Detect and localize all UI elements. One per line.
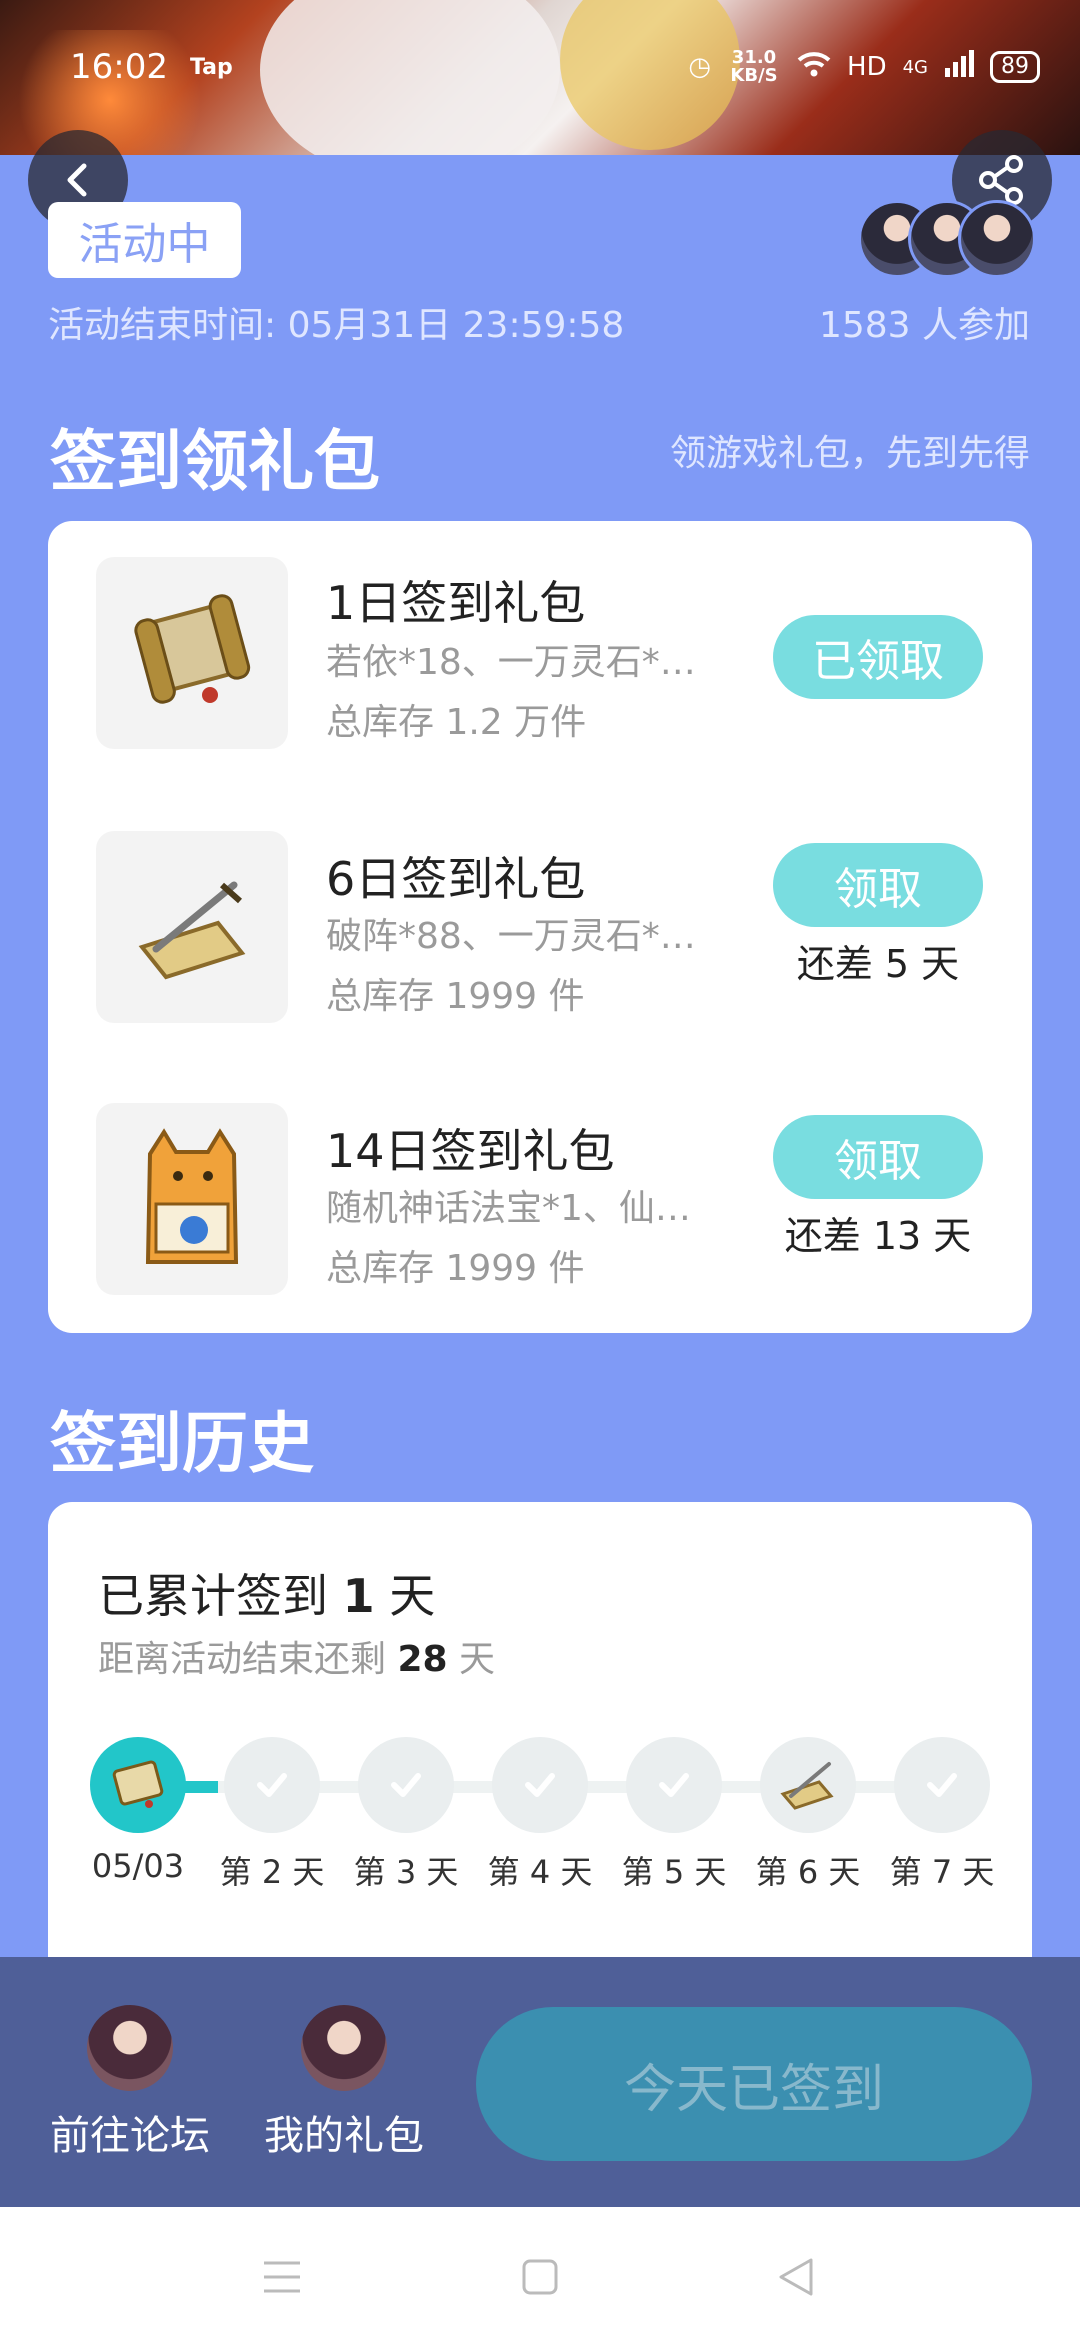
signin-section-title: 签到领礼包 [50,423,380,500]
gift-name: 14日签到礼包 [326,1124,615,1178]
cat-bag-icon [96,1103,288,1295]
check-icon [927,1773,957,1797]
history-section-title: 签到历史 [50,1405,314,1482]
history-card: 已累计签到 1 天 距离活动结束还剩 28 天 05/03 第 2 天 第 3 … [48,1502,1032,2022]
gift-avatar-icon [301,2005,387,2091]
claim-button[interactable]: 领取 [773,1115,983,1199]
day-4-marker [492,1737,588,1833]
gift-row: 14日签到礼包 随机神话法宝*1、仙… 总库存 1999 件 领取 还差 13 … [48,1065,1032,1295]
claimed-button[interactable]: 已领取 [773,615,983,699]
signed-today-button[interactable]: 今天已签到 [476,2007,1032,2161]
bottom-action-bar: 前往论坛 我的礼包 今天已签到 [0,1957,1080,2207]
day-label: 第 3 天 [353,1853,459,1891]
gift-row: 1日签到礼包 若依*18、一万灵石*… 总库存 1.2 万件 已领取 [48,521,1032,749]
gift-stock: 总库存 1999 件 [326,976,585,1017]
gift-name: 6日签到礼包 [326,852,586,906]
days-remaining: 还差 13 天 [784,1214,972,1258]
check-icon [391,1773,421,1797]
scroll-icon [112,1760,164,1808]
day-5-marker [626,1737,722,1833]
day-label: 第 5 天 [621,1853,727,1891]
participant-count: 1583 人参加 [818,305,1030,346]
avatar [958,200,1036,278]
day-6-marker [760,1737,856,1833]
participant-avatars[interactable] [858,200,1038,280]
gift-name: 1日签到礼包 [326,576,586,630]
gift-row: 6日签到礼包 破阵*88、一万灵石*… 总库存 1999 件 领取 还差 5 天 [48,793,1032,1023]
gift-description: 若依*18、一万灵石*… [326,642,696,683]
home-icon[interactable] [510,2247,570,2307]
activity-end-time: 活动结束时间: 05月31日 23:59:58 [48,305,625,346]
status-time: 16:02 [70,47,168,87]
menu-icon[interactable] [252,2247,312,2307]
wifi-icon [797,50,831,85]
day-7-marker [894,1737,990,1833]
gift-description: 随机神话法宝*1、仙… [326,1188,691,1229]
gift-stock: 总库存 1999 件 [326,1248,585,1289]
check-icon [659,1773,689,1797]
my-gifts-button[interactable]: 我的礼包 [254,2005,434,2161]
tap-badge: Tap [190,54,233,80]
forum-avatar-icon [87,2005,173,2091]
battery-indicator: 89 [990,51,1040,83]
day-label: 05/03 [91,1847,185,1885]
alarm-icon: ◷ [688,52,712,82]
day-2-marker [224,1737,320,1833]
day-label: 第 7 天 [889,1853,995,1891]
sword-scroll-icon [96,831,288,1023]
gift-list-card: 1日签到礼包 若依*18、一万灵石*… 总库存 1.2 万件 已领取 6日签到礼… [48,521,1032,1333]
status-bar: 16:02 Tap ◷ 31.0 KB/S HD 4G 89 [0,42,1080,92]
scroll-icon [96,557,288,749]
activity-status-badge: 活动中 [48,202,241,278]
claim-button[interactable]: 领取 [773,843,983,927]
my-gifts-label: 我的礼包 [264,2113,424,2159]
signal-icon [944,49,974,85]
back-triangle-icon[interactable] [766,2247,826,2307]
day-label: 第 4 天 [487,1853,593,1891]
day-label: 第 6 天 [755,1853,861,1891]
sword-scroll-icon [780,1762,834,1810]
forum-label: 前往论坛 [50,2113,210,2159]
chevron-left-icon [67,163,87,197]
system-nav-bar [0,2207,1080,2340]
forum-button[interactable]: 前往论坛 [40,2005,220,2161]
check-icon [525,1773,555,1797]
day-3-marker [358,1737,454,1833]
accumulated-signin: 已累计签到 1 天 [98,1569,436,1623]
day-1-marker [90,1737,186,1833]
gift-stock: 总库存 1.2 万件 [326,702,587,743]
signin-section-subtitle: 领游戏礼包，先到先得 [669,433,1030,474]
gift-description: 破阵*88、一万灵石*… [326,916,696,957]
check-icon [257,1773,287,1797]
days-until-end: 距离活动结束还剩 28 天 [98,1639,496,1680]
hd-label: HD [847,52,887,82]
days-remaining: 还差 5 天 [796,942,960,986]
day-label: 第 2 天 [219,1853,325,1891]
network-label: 4G [902,56,928,78]
net-speed: 31.0 KB/S [730,47,778,86]
